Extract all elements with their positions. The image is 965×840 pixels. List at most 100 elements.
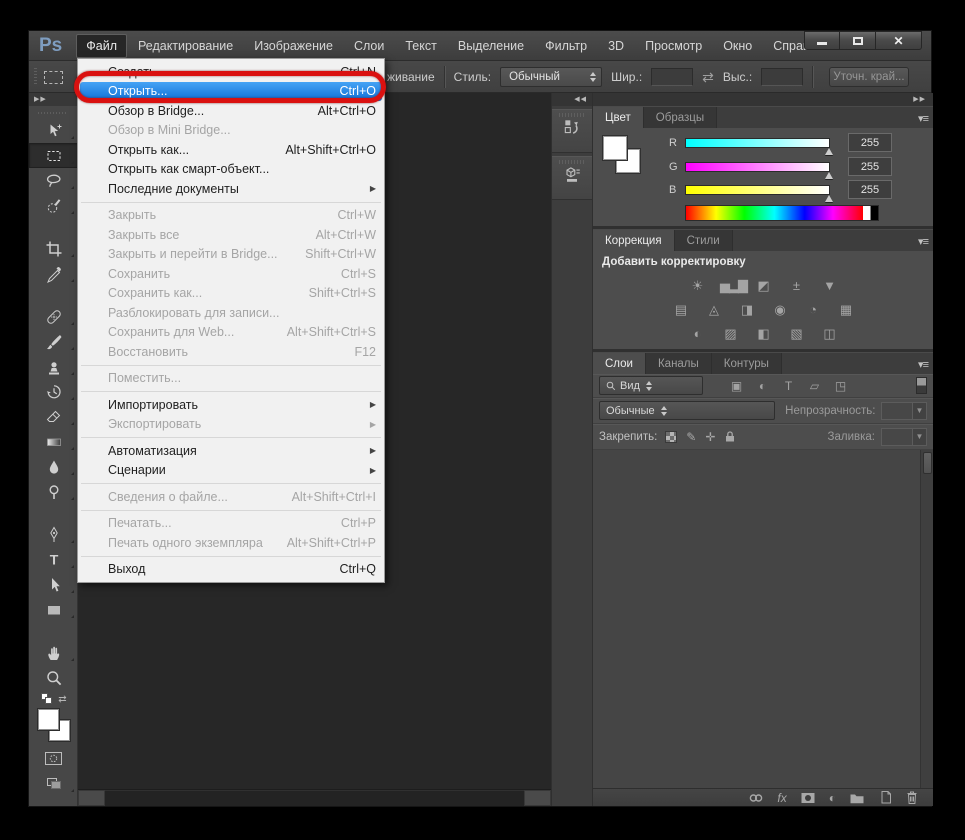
tool-rectangle[interactable]: [29, 597, 78, 622]
tool-pen[interactable]: [29, 522, 78, 547]
menu-item-save-for-web[interactable]: Сохранить для Web...Alt+Shift+Ctrl+S: [80, 323, 382, 343]
photo-filter-icon[interactable]: ◉: [770, 301, 790, 319]
blend-mode-dropdown[interactable]: Обычные: [599, 401, 775, 420]
filter-toggle-switch[interactable]: [916, 377, 927, 394]
panel-menu-icon[interactable]: ▾≡: [918, 230, 928, 252]
layers-scrollbar[interactable]: [920, 450, 933, 790]
menu-edit[interactable]: Редактирование: [128, 34, 243, 58]
hue-ramp[interactable]: [686, 206, 863, 220]
menu-image[interactable]: Изображение: [244, 34, 343, 58]
menu-select[interactable]: Выделение: [448, 34, 534, 58]
new-layer-icon[interactable]: [878, 790, 892, 805]
lock-transparency-icon[interactable]: [665, 431, 677, 443]
fill-dropdown[interactable]: ▼: [881, 428, 927, 446]
width-input[interactable]: [651, 68, 693, 86]
color-lookup-icon[interactable]: ▦: [836, 301, 856, 319]
filter-type-layers-icon[interactable]: T: [779, 379, 798, 393]
tab-adjustments[interactable]: Коррекция: [593, 230, 675, 251]
menu-item-save-as[interactable]: Сохранить как...Shift+Ctrl+S: [80, 284, 382, 304]
brightness-contrast-icon[interactable]: ☀: [687, 277, 707, 295]
filter-shape-layers-icon[interactable]: ▱: [805, 379, 824, 393]
vibrance-icon[interactable]: ▼: [819, 277, 839, 295]
menu-item-print-one-copy[interactable]: Печать одного экземпляраAlt+Shift+Ctrl+P: [80, 533, 382, 553]
tool-brush[interactable]: [29, 329, 78, 354]
layer-style-fx-icon[interactable]: fx: [777, 791, 786, 805]
maximize-button[interactable]: [840, 31, 876, 50]
menu-item-close-all[interactable]: Закрыть всеAlt+Ctrl+W: [80, 225, 382, 245]
tool-preset[interactable]: [34, 68, 63, 86]
menu-filter[interactable]: Фильтр: [535, 34, 597, 58]
horizontal-scrollbar[interactable]: [78, 789, 551, 806]
menu-type[interactable]: Текст: [395, 34, 446, 58]
panel-menu-icon[interactable]: ▾≡: [918, 107, 928, 129]
menu-layers[interactable]: Слои: [344, 34, 394, 58]
selective-color-icon[interactable]: ◫: [819, 325, 839, 343]
tool-lasso[interactable]: [29, 168, 78, 193]
menu-item-check-in[interactable]: Разблокировать для записи...: [80, 303, 382, 323]
add-layer-mask-icon[interactable]: [800, 791, 816, 805]
scrollbar-thumb[interactable]: [923, 452, 932, 474]
menu-file[interactable]: Файл: [76, 34, 127, 58]
tool-history-brush[interactable]: [29, 379, 78, 404]
screen-mode-button[interactable]: [29, 771, 78, 796]
tool-dodge[interactable]: [29, 479, 78, 504]
tab-color[interactable]: Цвет: [593, 107, 644, 128]
hue-saturation-icon[interactable]: ▤: [671, 301, 691, 319]
red-slider[interactable]: [685, 138, 830, 148]
menu-item-browse-in-mini-bridge[interactable]: Обзор в Mini Bridge...: [80, 121, 382, 141]
menu-item-exit[interactable]: ВыходCtrl+Q: [80, 560, 382, 580]
tool-crop[interactable]: [29, 236, 78, 261]
scrollbar-track[interactable]: [105, 790, 524, 806]
tool-blur[interactable]: [29, 454, 78, 479]
filter-pixel-layers-icon[interactable]: ▣: [727, 379, 746, 393]
foreground-color-swatch[interactable]: [38, 709, 59, 730]
tool-type[interactable]: T: [29, 547, 78, 572]
tool-clone-stamp[interactable]: [29, 354, 78, 379]
tool-path-selection[interactable]: [29, 572, 78, 597]
new-adjustment-layer-icon[interactable]: ◐: [829, 791, 836, 805]
foreground-color-swatch[interactable]: [603, 136, 627, 160]
tool-move[interactable]: [29, 118, 78, 143]
height-input[interactable]: [761, 68, 803, 86]
red-value[interactable]: 255: [848, 133, 892, 152]
green-slider[interactable]: [685, 162, 830, 172]
menu-item-save[interactable]: СохранитьCtrl+S: [80, 264, 382, 284]
color-swatches[interactable]: [603, 136, 647, 180]
blue-slider[interactable]: [685, 185, 830, 195]
style-dropdown[interactable]: Обычный: [500, 67, 602, 87]
new-group-icon[interactable]: [849, 791, 865, 805]
quick-mask-button[interactable]: [29, 746, 78, 771]
foreground-background-swatches[interactable]: [29, 708, 78, 746]
threshold-icon[interactable]: ◧: [753, 325, 773, 343]
lock-position-icon[interactable]: ✛: [705, 430, 715, 444]
gradient-map-icon[interactable]: ▧: [786, 325, 806, 343]
curves-icon[interactable]: ◩: [753, 277, 773, 295]
black-white-ramp[interactable]: [863, 206, 878, 220]
swap-dimensions-icon[interactable]: ⇄: [702, 69, 714, 86]
link-layers-icon[interactable]: [748, 791, 764, 805]
tab-layers[interactable]: Слои: [593, 353, 646, 374]
green-slider-handle[interactable]: [825, 172, 833, 179]
minimize-button[interactable]: [804, 31, 840, 50]
tool-eraser[interactable]: [29, 404, 78, 429]
tool-gradient[interactable]: [29, 429, 78, 454]
posterize-icon[interactable]: ▨: [720, 325, 740, 343]
menu-item-close[interactable]: ЗакрытьCtrl+W: [80, 206, 382, 226]
expand-panels-icon[interactable]: ◀◀: [552, 93, 592, 106]
menu-item-place[interactable]: Поместить...: [80, 369, 382, 389]
tool-rectangular-marquee[interactable]: [29, 143, 78, 168]
menu-item-close-and-go-to-bridge[interactable]: Закрыть и перейти в Bridge...Shift+Ctrl+…: [80, 245, 382, 265]
color-balance-icon[interactable]: ◬: [704, 301, 724, 319]
menu-item-import[interactable]: Импортировать▶: [80, 395, 382, 415]
menu-item-recent-documents[interactable]: Последние документы▶: [80, 179, 382, 199]
tab-swatches[interactable]: Образцы: [644, 107, 717, 128]
green-value[interactable]: 255: [848, 157, 892, 176]
filter-smart-objects-icon[interactable]: ◳: [831, 379, 850, 393]
layer-filter-dropdown[interactable]: Вид: [599, 376, 703, 395]
menu-item-automate[interactable]: Автоматизация▶: [80, 441, 382, 461]
black-white-icon[interactable]: ◨: [737, 301, 757, 319]
menu-item-export[interactable]: Экспортировать▶: [80, 415, 382, 435]
menu-view[interactable]: Просмотр: [635, 34, 712, 58]
channel-mixer-icon[interactable]: ◔: [803, 301, 823, 319]
tool-hand[interactable]: [29, 640, 78, 665]
